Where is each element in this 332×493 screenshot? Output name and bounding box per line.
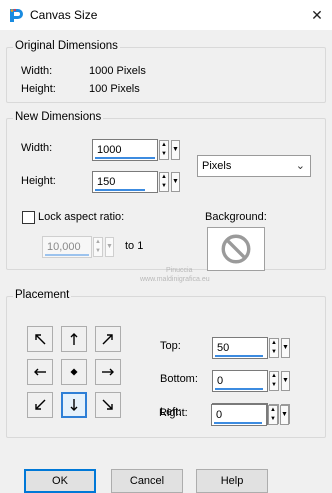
anchor-middle-right[interactable] xyxy=(95,359,121,385)
spin-down-icon[interactable]: ▼ xyxy=(160,150,168,159)
arrow-down-left-icon xyxy=(35,399,46,410)
right-underline xyxy=(214,422,262,424)
spin-up-icon[interactable]: ▲ xyxy=(270,339,278,348)
window-title: Canvas Size xyxy=(30,8,98,22)
lock-aspect-label: Lock aspect ratio: xyxy=(38,211,125,223)
watermark-line2: www.maldinigrafica.eu xyxy=(140,276,210,283)
new-width-label: Width: xyxy=(21,142,53,154)
cancel-button[interactable]: Cancel xyxy=(111,469,183,493)
width-spinner[interactable]: ▲ ▼ xyxy=(159,140,169,160)
height-spinner[interactable]: ▲ ▼ xyxy=(159,172,169,192)
arrow-up-right-icon xyxy=(102,334,113,345)
anchor-center[interactable] xyxy=(61,359,87,385)
close-icon[interactable]: ✕ xyxy=(302,0,332,30)
arrow-left-icon xyxy=(34,368,46,376)
spin-up-icon[interactable]: ▲ xyxy=(160,173,168,182)
height-underline xyxy=(95,189,145,191)
original-dimensions-group: Original Dimensions Width: 1000 Pixels H… xyxy=(6,40,326,103)
watermark-line1: Pinuccia xyxy=(166,267,193,274)
spin-up-icon[interactable]: ▲ xyxy=(94,238,102,247)
watermark: Pinuccia www.maldinigrafica.eu xyxy=(140,266,210,284)
spin-down-icon[interactable]: ▼ xyxy=(270,348,278,357)
right-spinner[interactable]: ▲ ▼ xyxy=(268,405,278,425)
original-height-value: 100 Pixels xyxy=(89,83,140,95)
right-label: Right: xyxy=(159,407,188,419)
spin-up-icon[interactable]: ▲ xyxy=(270,372,278,381)
width-input[interactable]: 1000 xyxy=(92,139,158,161)
original-width-value: 1000 Pixels xyxy=(89,65,146,77)
spin-down-icon[interactable]: ▼ xyxy=(94,247,102,256)
original-height-label: Height: xyxy=(21,83,56,95)
background-label: Background: xyxy=(205,211,267,223)
anchor-bottom-left[interactable] xyxy=(27,392,53,418)
top-spinner[interactable]: ▲ ▼ xyxy=(269,338,279,358)
bottom-input[interactable]: 0 xyxy=(212,370,268,392)
no-color-icon xyxy=(221,234,251,264)
top-underline xyxy=(215,355,263,357)
dialog-body: Original Dimensions Width: 1000 Pixels H… xyxy=(0,30,332,493)
arrow-up-icon xyxy=(70,333,78,345)
anchor-top-right[interactable] xyxy=(95,326,121,352)
bottom-underline xyxy=(215,388,263,390)
paintshop-app-icon xyxy=(8,7,24,23)
anchor-middle-left[interactable] xyxy=(27,359,53,385)
arrow-up-left-icon xyxy=(35,334,46,345)
spin-down-icon[interactable]: ▼ xyxy=(270,381,278,390)
spin-up-icon[interactable]: ▲ xyxy=(160,141,168,150)
right-input[interactable]: 0 xyxy=(211,404,267,426)
right-dropdown-button[interactable]: ▼ xyxy=(280,405,289,425)
bottom-label: Bottom: xyxy=(160,373,198,385)
arrow-right-icon xyxy=(102,368,114,376)
new-height-label: Height: xyxy=(21,175,56,187)
height-input[interactable]: 150 xyxy=(92,171,158,193)
aspect-ratio-value: 10,000 xyxy=(47,241,81,253)
center-dot-icon xyxy=(70,368,78,376)
spin-down-icon[interactable]: ▼ xyxy=(160,182,168,191)
new-dimensions-title: New Dimensions xyxy=(13,111,104,123)
bottom-value: 0 xyxy=(217,375,224,387)
aspect-ratio-dropdown-button[interactable]: ▼ xyxy=(105,237,114,257)
units-select[interactable]: Pixels ⌄ xyxy=(197,155,311,177)
help-button[interactable]: Help xyxy=(196,469,268,493)
aspect-ratio-input[interactable]: 10,000 xyxy=(42,236,92,258)
anchor-top-center[interactable] xyxy=(61,326,87,352)
aspect-ratio-underline xyxy=(45,254,89,256)
spin-up-icon[interactable]: ▲ xyxy=(269,406,277,415)
lock-aspect-checkbox[interactable] xyxy=(22,211,35,224)
anchor-bottom-center[interactable] xyxy=(61,392,87,418)
ratio-suffix-label: to 1 xyxy=(125,240,144,252)
aspect-ratio-spinner[interactable]: ▲ ▼ xyxy=(93,237,103,257)
anchor-bottom-right[interactable] xyxy=(95,392,121,418)
placement-title: Placement xyxy=(13,289,72,301)
top-dropdown-button[interactable]: ▼ xyxy=(281,338,290,358)
top-input[interactable]: 50 xyxy=(212,337,268,359)
arrow-down-icon xyxy=(70,399,78,411)
ok-button[interactable]: OK xyxy=(24,469,96,493)
title-bar: Canvas Size ✕ xyxy=(0,0,332,30)
original-width-label: Width: xyxy=(21,65,53,77)
units-value: Pixels xyxy=(202,160,232,172)
bottom-spinner[interactable]: ▲ ▼ xyxy=(269,371,279,391)
height-value: 150 xyxy=(97,176,116,188)
height-dropdown-button[interactable]: ▼ xyxy=(171,172,180,192)
chevron-down-icon: ⌄ xyxy=(295,160,305,172)
top-value: 50 xyxy=(217,342,230,354)
right-value: 0 xyxy=(216,409,223,421)
new-dimensions-group: New Dimensions Width: 1000 ▲ ▼ ▼ Height:… xyxy=(6,111,326,271)
original-dimensions-title: Original Dimensions xyxy=(13,40,120,52)
spin-down-icon[interactable]: ▼ xyxy=(269,415,277,424)
width-underline xyxy=(95,157,155,159)
background-color-swatch[interactable] xyxy=(207,227,265,271)
bottom-dropdown-button[interactable]: ▼ xyxy=(281,371,290,391)
width-dropdown-button[interactable]: ▼ xyxy=(171,140,180,160)
top-label: Top: xyxy=(160,340,181,352)
anchor-top-left[interactable] xyxy=(27,326,53,352)
width-value: 1000 xyxy=(97,144,122,156)
arrow-down-right-icon xyxy=(102,399,113,410)
